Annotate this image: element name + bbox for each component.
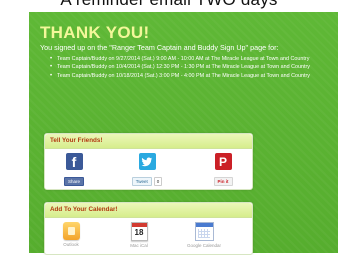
mac-ical-link[interactable]: 18 Mac iCal xyxy=(121,222,157,248)
tweet-count: 0 xyxy=(153,177,163,186)
twitter-icon[interactable] xyxy=(138,153,156,170)
pin-it-button[interactable]: Pin it xyxy=(213,177,233,186)
mac-ical-label[interactable]: Mac iCal xyxy=(121,243,157,248)
tell-friends-heading: Tell Your Friends! xyxy=(45,134,252,149)
ical-day-number: 18 xyxy=(134,228,144,237)
facebook-share-button[interactable]: Share xyxy=(63,177,84,186)
facebook-icon[interactable]: f xyxy=(65,153,83,170)
google-calendar-link[interactable]: Google Calendar xyxy=(179,222,229,248)
add-to-calendar-box: Add To Your Calendar! Outlook 18 Mac iCa… xyxy=(44,202,253,255)
pinterest-share[interactable]: P Pin it xyxy=(208,153,238,188)
thank-you-title: THANK YOU! xyxy=(40,23,150,42)
google-calendar-label[interactable]: Google Calendar xyxy=(179,243,229,248)
twitter-share[interactable]: Tweet 0 xyxy=(125,153,169,188)
add-to-calendar-heading: Add To Your Calendar! xyxy=(45,203,252,218)
event-list-item: Team Captain/Buddy on 9/27/2014 (Sat.) 9… xyxy=(50,56,332,63)
signup-message: You signed up on the "Ranger Team Captai… xyxy=(40,43,279,52)
event-list-item: Team Captain/Buddy on 10/18/2014 (Sat.) … xyxy=(50,73,332,80)
outlook-label[interactable]: Outlook xyxy=(53,242,89,247)
tweet-button[interactable]: Tweet xyxy=(131,177,152,186)
facebook-share[interactable]: f Share xyxy=(59,153,89,188)
ical-calendar-icon[interactable]: 18 xyxy=(130,222,148,241)
event-list-item: Team Captain/Buddy on 10/4/2014 (Sat.) 1… xyxy=(50,64,332,71)
google-calendar-icon[interactable] xyxy=(194,222,214,241)
outlook-icon[interactable] xyxy=(62,222,80,240)
tell-friends-box: Tell Your Friends! f Share Tweet 0 P Pin … xyxy=(44,133,253,190)
pinterest-icon[interactable]: P xyxy=(214,153,232,170)
outlook-calendar-link[interactable]: Outlook xyxy=(53,222,89,247)
signup-confirmation-panel: THANK YOU! You signed up on the "Ranger … xyxy=(29,12,338,255)
event-list: Team Captain/Buddy on 9/27/2014 (Sat.) 9… xyxy=(50,56,332,81)
